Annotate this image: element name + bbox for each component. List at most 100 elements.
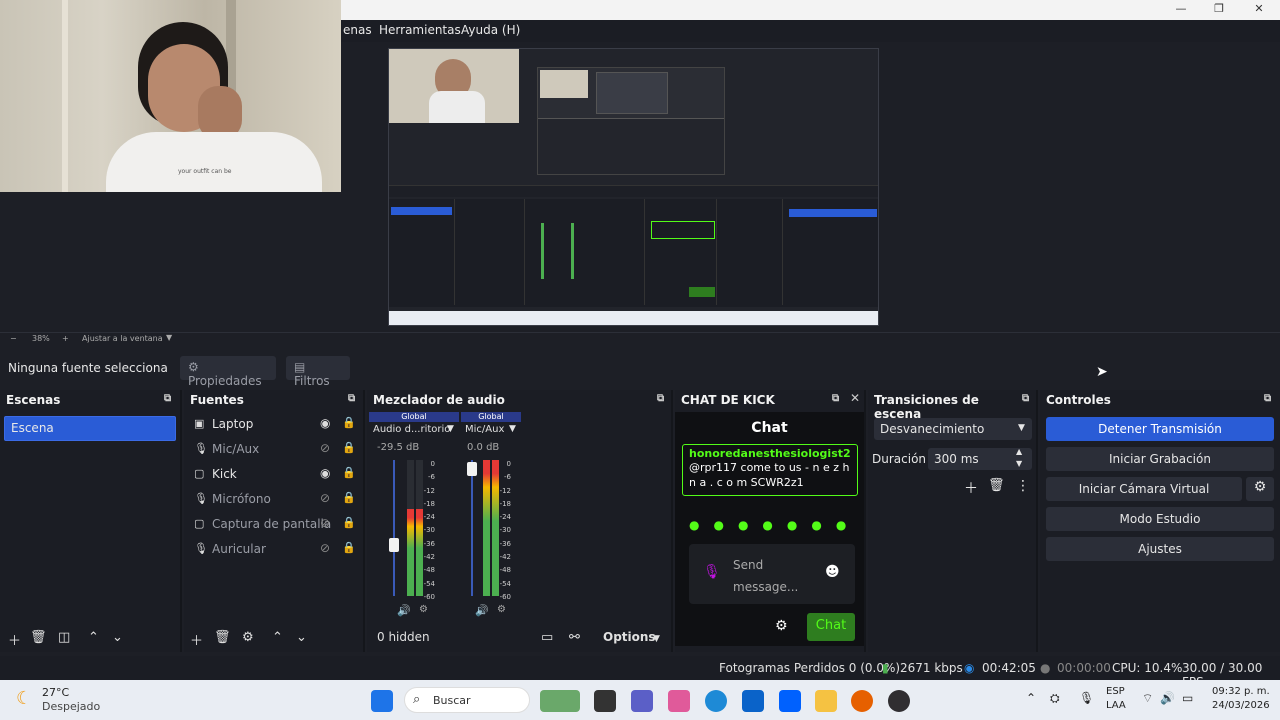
eye-hidden-icon[interactable]: ⊘ [320, 516, 330, 530]
obs-icon[interactable] [888, 690, 910, 712]
menu-scenes[interactable]: enas [343, 23, 372, 37]
menu-help[interactable]: Ayuda (H) [461, 23, 520, 37]
move-down-button[interactable]: ⌄ [296, 630, 307, 645]
add-scene-button[interactable]: ＋ [8, 630, 21, 649]
studio-mode-button[interactable]: Modo Estudio [1046, 507, 1274, 531]
gear-icon[interactable]: ⚙ [1246, 477, 1274, 501]
eye-hidden-icon[interactable]: ⊘ [320, 441, 330, 455]
add-source-button[interactable]: ＋ [190, 630, 203, 649]
edge-icon[interactable] [705, 690, 727, 712]
lock-icon[interactable]: 🔒 [342, 491, 356, 504]
filter-icon[interactable]: ◫ [58, 630, 70, 645]
volume-slider-handle[interactable] [389, 538, 399, 552]
channel-name[interactable]: Audio d...ritorio [373, 424, 450, 435]
move-up-button[interactable]: ⌃ [272, 630, 283, 645]
chevron-down-icon[interactable]: ▼ [653, 634, 660, 644]
zoom-out-button[interactable]: − [10, 334, 17, 343]
maximize-button[interactable]: ❐ [1204, 2, 1234, 18]
minimize-button[interactable]: — [1166, 2, 1196, 18]
chevron-down-icon[interactable]: ▼ [1016, 459, 1022, 468]
network-icon[interactable]: ⚯ [569, 630, 580, 645]
chevron-down-icon[interactable]: ▼ [166, 333, 172, 342]
gear-icon[interactable]: ⚙ [242, 630, 254, 645]
channel-config-icon[interactable]: ⚙ [497, 604, 506, 615]
speaker-icon[interactable]: 🔊 [475, 604, 489, 617]
teams-icon[interactable] [631, 690, 653, 712]
zoom-in-button[interactable]: + [62, 334, 69, 343]
add-transition-button[interactable]: ＋ [964, 478, 978, 498]
chevron-up-icon[interactable]: ⌃ [1026, 691, 1036, 705]
store-icon[interactable] [742, 690, 764, 712]
firefox-icon[interactable] [851, 690, 873, 712]
trash-icon[interactable]: 🗑 [988, 478, 1005, 493]
message-input[interactable]: 🎙 Send message... ☻ [689, 544, 855, 604]
network-tray-icon[interactable]: ⛭ [1050, 691, 1060, 706]
widget-icon[interactable] [540, 690, 580, 712]
settings-button[interactable]: Ajustes [1046, 537, 1274, 561]
transition-select[interactable]: Desvanecimiento ▼ [874, 418, 1032, 440]
lock-icon[interactable]: 🔒 [342, 466, 356, 479]
move-down-button[interactable]: ⌄ [112, 630, 123, 645]
wifi-icon[interactable]: ⌔ [1142, 691, 1153, 706]
properties-button[interactable]: ⚙ Propiedades [180, 356, 276, 388]
trash-icon[interactable]: 🗑 [214, 630, 231, 645]
language-variant[interactable]: LAA [1106, 700, 1126, 711]
more-options-icon[interactable]: ⋮ [1016, 478, 1030, 494]
chevron-down-icon[interactable]: ▼ [447, 424, 454, 434]
eye-hidden-icon[interactable]: ⊘ [320, 491, 330, 505]
close-icon[interactable]: ✕ [850, 391, 860, 405]
source-item-mic-aux[interactable]: 🎙 Mic/Aux ⊘ 🔒 [184, 437, 363, 462]
battery-icon[interactable]: ▭ [1182, 691, 1193, 705]
microphone-icon[interactable]: 🎙 [1079, 691, 1094, 705]
source-item-laptop[interactable]: ▣ Laptop ◉ 🔒 [184, 412, 363, 437]
message-username[interactable]: honoredanesthesiologist2: [689, 447, 851, 460]
lock-icon[interactable]: 🔒 [342, 541, 356, 554]
dock-undock-icon[interactable]: ⧉ [657, 393, 664, 404]
speaker-icon[interactable]: 🔊 [397, 604, 411, 617]
duration-stepper[interactable]: 300 ms ▲ ▼ [928, 447, 1032, 470]
dock-undock-icon[interactable]: ⧉ [832, 393, 839, 404]
volume-slider-handle[interactable] [467, 462, 477, 476]
mixer-options-button[interactable]: Options [603, 630, 656, 644]
source-item-kick[interactable]: ▢ Kick ◉ 🔒 [184, 462, 363, 487]
microphone-icon[interactable]: 🎙 [703, 564, 721, 580]
weather-icon[interactable]: ☾ [16, 688, 32, 709]
stop-stream-button[interactable]: Detener Transmisión [1046, 417, 1274, 441]
source-item-auricular[interactable]: 🎙 Auricular ⊘ 🔒 [184, 537, 363, 562]
dock-undock-icon[interactable]: ⧉ [1022, 393, 1029, 404]
eye-hidden-icon[interactable]: ⊘ [320, 541, 330, 555]
close-window-button[interactable]: ✕ [1244, 2, 1274, 18]
volume-slider-track[interactable] [393, 460, 395, 596]
lock-icon[interactable]: 🔒 [342, 416, 356, 429]
chevron-down-icon[interactable]: ▼ [509, 424, 516, 434]
clock-date[interactable]: 24/03/2026 [1212, 700, 1270, 711]
volume-icon[interactable]: 🔊 [1160, 691, 1175, 705]
trash-icon[interactable]: 🗑 [30, 630, 47, 645]
copilot-icon[interactable] [668, 690, 690, 712]
send-chat-button[interactable]: Chat [807, 613, 855, 641]
dropbox-icon[interactable] [779, 690, 801, 712]
volume-slider-track[interactable] [471, 460, 473, 596]
eye-icon[interactable]: ◉ [320, 416, 330, 430]
filters-button[interactable]: ▤ Filtros [286, 356, 350, 388]
source-item-screen-capture[interactable]: ▢ Captura de pantalla ⊘ 🔒 [184, 512, 363, 537]
task-view-icon[interactable] [594, 690, 616, 712]
temperature[interactable]: 27°C [42, 686, 69, 699]
move-up-button[interactable]: ⌃ [88, 630, 99, 645]
weather-text[interactable]: Despejado [42, 700, 100, 713]
language-code[interactable]: ESP [1106, 686, 1125, 697]
eye-icon[interactable]: ◉ [320, 466, 330, 480]
scene-item[interactable]: Escena [4, 416, 176, 441]
chevron-up-icon[interactable]: ▲ [1016, 447, 1022, 456]
source-item-microfono[interactable]: 🎙 Micrófono ⊘ 🔒 [184, 487, 363, 512]
clock-time[interactable]: 09:32 p. m. [1212, 686, 1270, 697]
dock-undock-icon[interactable]: ⧉ [1264, 393, 1271, 404]
emote-bar[interactable]: ●●●●●●● [689, 518, 860, 532]
dock-undock-icon[interactable]: ⧉ [164, 393, 171, 404]
lock-icon[interactable]: 🔒 [342, 516, 356, 529]
fit-window-option[interactable]: Ajustar a la ventana [82, 334, 163, 343]
gear-icon[interactable]: ⚙ [775, 618, 788, 634]
layout-icon[interactable]: ▭ [541, 630, 553, 645]
start-recording-button[interactable]: Iniciar Grabación [1046, 447, 1274, 471]
folder-icon[interactable] [815, 690, 837, 712]
